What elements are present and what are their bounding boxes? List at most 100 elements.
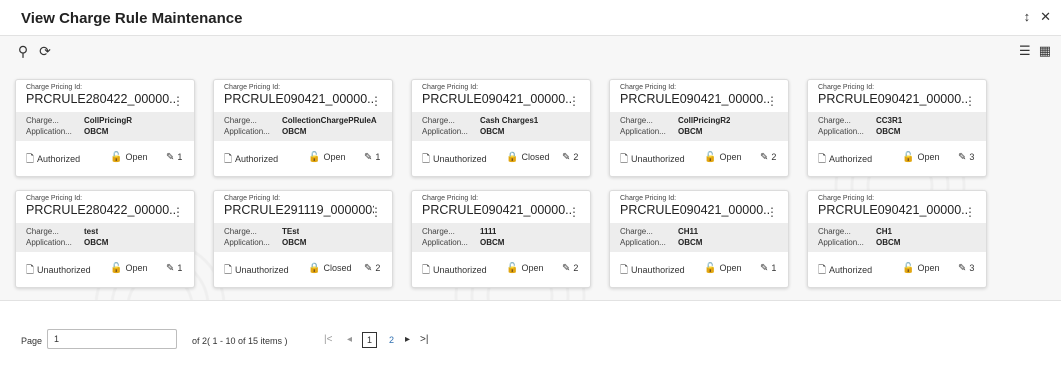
charge-rule-card[interactable]: Charge Pricing Id: PRCRULE090421_00000...… — [807, 190, 987, 288]
lock-text: Closed — [521, 152, 550, 162]
list-view-icon[interactable]: ☰ — [1019, 43, 1031, 59]
more-options-icon[interactable]: ⋮ — [964, 205, 976, 219]
more-options-icon[interactable]: ⋮ — [568, 94, 580, 108]
charge-value: CollPricingR — [84, 116, 133, 125]
charge-row: Charge... Cash Charges1 — [422, 116, 538, 125]
charge-value: CH11 — [678, 227, 699, 236]
charge-row: Charge... test — [26, 227, 98, 236]
last-page-icon[interactable]: >| — [420, 334, 428, 345]
page-number-1[interactable]: 1 — [362, 332, 378, 348]
charge-rule-card[interactable]: Charge Pricing Id: PRCRULE090421_00000...… — [609, 79, 789, 177]
edit-icon: ✎ — [562, 152, 571, 163]
status-text: Unauthorized — [433, 265, 487, 275]
grid-view-icon[interactable]: ▦ — [1039, 43, 1051, 59]
close-icon[interactable]: ✕ — [1040, 9, 1051, 25]
edit-icon: ✎ — [166, 263, 175, 274]
document-icon: 🗋 — [224, 265, 233, 276]
count-text: 1 — [177, 263, 183, 273]
charge-rule-card[interactable]: Charge Pricing Id: PRCRULE280422_00000...… — [15, 190, 195, 288]
charge-value: CC3R1 — [876, 116, 903, 125]
status: 🗋 Unauthorized — [422, 263, 487, 280]
more-options-icon[interactable]: ⋮ — [568, 205, 580, 219]
page-title: View Charge Rule Maintenance — [21, 10, 243, 27]
page-count: of 2 — [192, 336, 208, 346]
status: 🗋 Unauthorized — [422, 152, 487, 169]
card-details: Charge... CH1 Application... OBCM — [808, 223, 986, 252]
pricing-id: PRCRULE090421_00000... — [224, 92, 374, 106]
application-label: Application... — [422, 127, 468, 136]
card-header: Charge Pricing Id: PRCRULE090421_00000...… — [412, 191, 590, 223]
more-options-icon[interactable]: ⋮ — [172, 205, 184, 219]
card-header: Charge Pricing Id: PRCRULE090421_00000...… — [808, 191, 986, 223]
window-controls: ↕ ✕ — [1024, 9, 1051, 25]
card-footer: 🗋 Unauthorized 🔓 Open ✎ 1 — [610, 254, 788, 284]
charge-row: Charge... CollectionChargePRuleA — [224, 116, 377, 125]
charge-label: Charge... — [422, 116, 455, 125]
document-icon: 🗋 — [26, 265, 35, 276]
application-value: OBCM — [282, 127, 307, 136]
pricing-id: PRCRULE090421_00000... — [422, 203, 572, 217]
edit-icon: ✎ — [760, 263, 769, 274]
card-footer: 🗋 Unauthorized 🔒 Closed ✎ 2 — [214, 254, 392, 284]
status: 🗋 Authorized — [224, 152, 278, 169]
lock-status: 🔒 Closed — [506, 152, 549, 163]
more-options-icon[interactable]: ⋮ — [370, 94, 382, 108]
prev-page-icon[interactable]: ◂ — [347, 334, 352, 345]
charge-rule-card[interactable]: Charge Pricing Id: PRCRULE090421_00000...… — [411, 190, 591, 288]
next-page-icon[interactable]: ▸ — [405, 334, 410, 345]
more-options-icon[interactable]: ⋮ — [370, 205, 382, 219]
edit-icon: ✎ — [958, 152, 967, 163]
more-options-icon[interactable]: ⋮ — [766, 205, 778, 219]
id-label: Charge Pricing Id: — [224, 195, 281, 202]
edit-icon: ✎ — [562, 263, 571, 274]
application-value: OBCM — [84, 127, 109, 136]
charge-rule-card[interactable]: Charge Pricing Id: PRCRULE280422_00000...… — [15, 79, 195, 177]
status-text: Authorized — [829, 154, 873, 164]
document-icon: 🗋 — [26, 154, 35, 165]
modification-count: ✎ 1 — [166, 152, 182, 163]
application-row: Application... OBCM — [224, 127, 306, 136]
charge-rule-card[interactable]: Charge Pricing Id: PRCRULE090421_00000...… — [609, 190, 789, 288]
lock-icon: 🔒 — [308, 263, 321, 274]
more-options-icon[interactable]: ⋮ — [172, 94, 184, 108]
document-icon: 🗋 — [620, 154, 629, 165]
page-input[interactable] — [47, 329, 177, 349]
id-label: Charge Pricing Id: — [422, 84, 479, 91]
lock-text: Open — [323, 152, 346, 162]
more-options-icon[interactable]: ⋮ — [964, 94, 976, 108]
charge-label: Charge... — [26, 227, 59, 236]
search-icon[interactable]: ⚲ — [15, 43, 31, 60]
id-label: Charge Pricing Id: — [620, 195, 677, 202]
lock-icon: 🔓 — [902, 152, 915, 163]
application-label: Application... — [224, 238, 270, 247]
charge-rule-card[interactable]: Charge Pricing Id: PRCRULE090421_00000...… — [411, 79, 591, 177]
page-number-2[interactable]: 2 — [389, 335, 394, 345]
card-header: Charge Pricing Id: PRCRULE090421_00000...… — [610, 191, 788, 223]
modification-count: ✎ 2 — [364, 263, 380, 274]
more-options-icon[interactable]: ⋮ — [766, 94, 778, 108]
lock-status: 🔓 Open — [902, 263, 939, 274]
charge-row: Charge... CC3R1 — [818, 116, 902, 125]
first-page-icon[interactable]: |< — [324, 334, 332, 345]
status-text: Unauthorized — [631, 154, 685, 164]
application-value: OBCM — [876, 238, 901, 247]
charge-rule-card[interactable]: Charge Pricing Id: PRCRULE090421_00000...… — [213, 79, 393, 177]
charge-rule-card[interactable]: Charge Pricing Id: PRCRULE090421_00000...… — [807, 79, 987, 177]
card-details: Charge... test Application... OBCM — [16, 223, 194, 252]
card-details: Charge... CollPricingR Application... OBCM — [16, 112, 194, 141]
charge-row: Charge... CollPricingR — [26, 116, 132, 125]
pricing-id: PRCRULE090421_00000... — [422, 92, 572, 106]
count-text: 1 — [771, 263, 777, 273]
minimize-icon[interactable]: ↕ — [1024, 9, 1031, 25]
id-label: Charge Pricing Id: — [26, 84, 83, 91]
pricing-id: PRCRULE090421_00000... — [620, 92, 770, 106]
application-label: Application... — [818, 127, 864, 136]
pricing-id: PRCRULE090421_00000... — [818, 203, 968, 217]
charge-rule-card[interactable]: Charge Pricing Id: PRCRULE291119_0000003.… — [213, 190, 393, 288]
lock-text: Open — [917, 263, 940, 273]
modification-count: ✎ 2 — [562, 152, 578, 163]
count-text: 1 — [177, 152, 183, 162]
application-value: OBCM — [480, 238, 505, 247]
card-header: Charge Pricing Id: PRCRULE090421_00000...… — [808, 80, 986, 112]
refresh-icon[interactable]: ⟳ — [37, 43, 53, 60]
